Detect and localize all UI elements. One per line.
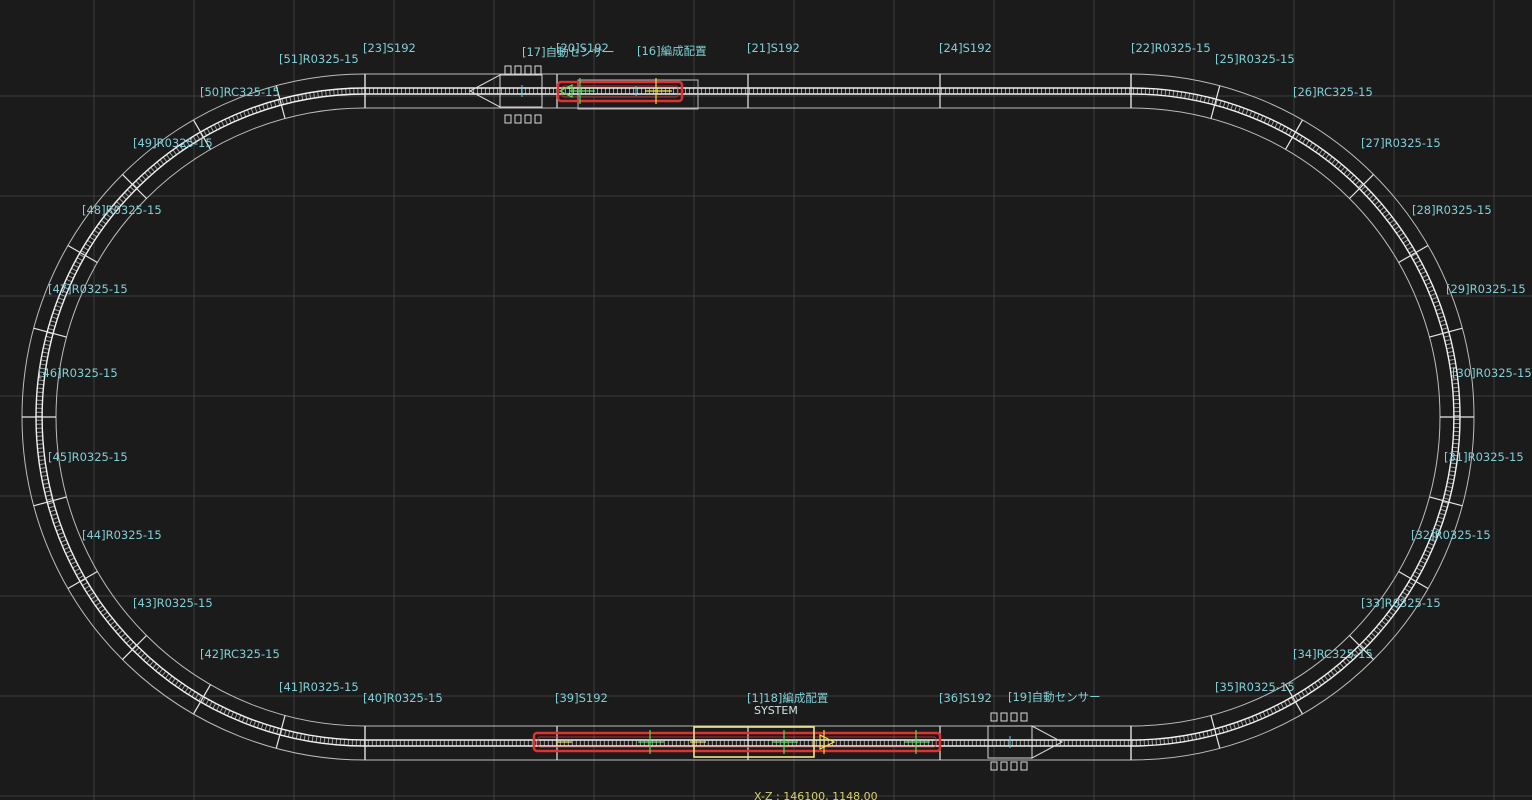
label-track-26[interactable]: [26]RC325-15 <box>1293 85 1373 99</box>
track-inner-edge <box>55 107 1441 727</box>
label-track-47[interactable]: [47]R0325-15 <box>48 282 128 296</box>
label-track-30[interactable]: [30]R0325-15 <box>1452 366 1532 380</box>
label-track-36[interactable]: [36]S192 <box>939 691 992 705</box>
track-rail-inner <box>41 93 1455 741</box>
label-track-33[interactable]: [33]R0325-15 <box>1361 596 1441 610</box>
label-track-43[interactable]: [43]R0325-15 <box>133 596 213 610</box>
label-formation-16[interactable]: [16]編成配置 <box>637 44 707 58</box>
label-track-32[interactable]: [32]R0325-15 <box>1411 528 1491 542</box>
label-formation-18[interactable]: [1]18]編成配置 <box>747 691 828 705</box>
label-track-49[interactable]: [49]R0325-15 <box>133 136 213 150</box>
label-track-50[interactable]: [50]RC325-15 <box>200 85 280 99</box>
layout-canvas[interactable]: [23]S192 [17]自動センサー [20]S192 [16]編成配置 [2… <box>0 0 1532 800</box>
label-track-44[interactable]: [44]R0325-15 <box>82 528 162 542</box>
label-track-45[interactable]: [45]R0325-15 <box>48 450 128 464</box>
label-track-34[interactable]: [34]RC325-15 <box>1293 647 1373 661</box>
label-track-20[interactable]: [20]S192 <box>556 41 609 55</box>
coordinate-readout: X-Z : 146100, 1148.00 <box>754 790 878 800</box>
label-track-31[interactable]: [31]R0325-15 <box>1444 450 1524 464</box>
label-track-51[interactable]: [51]R0325-15 <box>279 52 359 66</box>
label-track-46[interactable]: [46]R0325-15 <box>38 366 118 380</box>
train-formation-18[interactable] <box>532 726 942 758</box>
label-track-27[interactable]: [27]R0325-15 <box>1361 136 1441 150</box>
track-ties <box>35 87 1461 747</box>
label-track-39[interactable]: [39]S192 <box>555 691 608 705</box>
label-track-41[interactable]: [41]R0325-15 <box>279 680 359 694</box>
label-track-48[interactable]: [48]R0325-15 <box>82 203 162 217</box>
label-track-35[interactable]: [35]R0325-15 <box>1215 680 1295 694</box>
label-track-22[interactable]: [22]R0325-15 <box>1131 41 1211 55</box>
label-track-28[interactable]: [28]R0325-15 <box>1412 203 1492 217</box>
sensor-19[interactable] <box>987 712 1064 771</box>
label-track-24[interactable]: [24]S192 <box>939 41 992 55</box>
label-sensor-19[interactable]: [19]自動センサー <box>1008 690 1101 704</box>
label-track-40[interactable]: [40]R0325-15 <box>363 691 443 705</box>
label-track-29[interactable]: [29]R0325-15 <box>1446 282 1526 296</box>
label-track-25[interactable]: [25]R0325-15 <box>1215 52 1295 66</box>
label-system: SYSTEM <box>754 704 798 717</box>
label-track-21[interactable]: [21]S192 <box>747 41 800 55</box>
label-track-42[interactable]: [42]RC325-15 <box>200 647 280 661</box>
label-track-23[interactable]: [23]S192 <box>363 41 416 55</box>
